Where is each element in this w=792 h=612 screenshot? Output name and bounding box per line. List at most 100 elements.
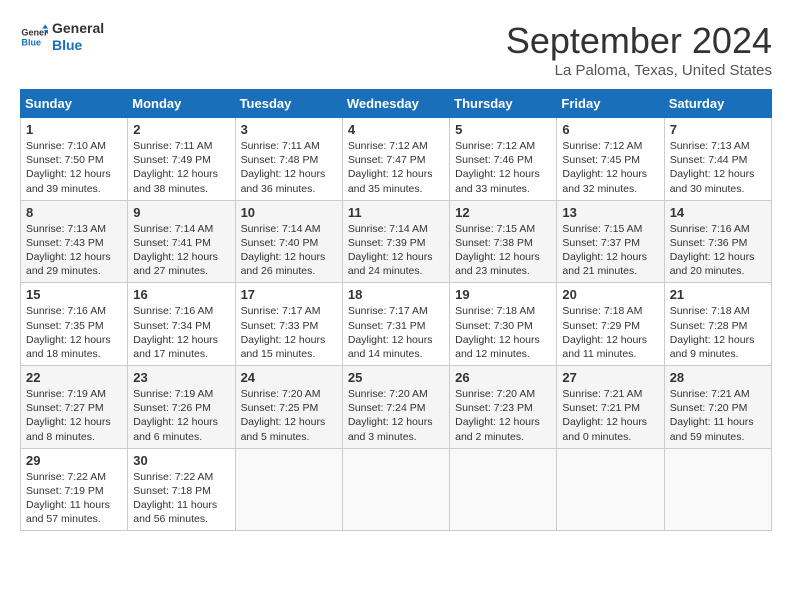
day-detail: Sunrise: 7:16 AM Sunset: 7:36 PM Dayligh… — [670, 222, 766, 279]
day-detail: Sunrise: 7:11 AM Sunset: 7:49 PM Dayligh… — [133, 139, 229, 196]
calendar-week-1: 1 Sunrise: 7:10 AM Sunset: 7:50 PM Daylig… — [21, 118, 772, 201]
day-detail: Sunrise: 7:20 AM Sunset: 7:24 PM Dayligh… — [348, 387, 444, 444]
day-number: 20 — [562, 287, 658, 302]
day-number: 1 — [26, 122, 122, 137]
table-row: 5 Sunrise: 7:12 AM Sunset: 7:46 PM Daylig… — [450, 118, 557, 201]
day-detail: Sunrise: 7:10 AM Sunset: 7:50 PM Dayligh… — [26, 139, 122, 196]
day-detail: Sunrise: 7:17 AM Sunset: 7:31 PM Dayligh… — [348, 304, 444, 361]
day-detail: Sunrise: 7:19 AM Sunset: 7:27 PM Dayligh… — [26, 387, 122, 444]
logo-icon: General Blue — [20, 23, 48, 51]
day-detail: Sunrise: 7:12 AM Sunset: 7:47 PM Dayligh… — [348, 139, 444, 196]
svg-text:General: General — [21, 27, 48, 37]
table-row: 12Sunrise: 7:15 AM Sunset: 7:38 PM Dayli… — [450, 200, 557, 283]
table-row: 30 Sunrise: 7:22 AM Sunset: 7:18 PM Dayli… — [128, 448, 235, 531]
day-number: 19 — [455, 287, 551, 302]
calendar-week-5: 29Sunrise: 7:22 AM Sunset: 7:19 PM Dayli… — [21, 448, 772, 531]
table-row: 9 Sunrise: 7:14 AM Sunset: 7:41 PM Daylig… — [128, 200, 235, 283]
table-row: 24Sunrise: 7:20 AM Sunset: 7:25 PM Dayli… — [235, 366, 342, 449]
col-saturday: Saturday — [664, 90, 771, 118]
day-detail: Sunrise: 7:11 AM Sunset: 7:48 PM Dayligh… — [241, 139, 337, 196]
table-row: 6 Sunrise: 7:12 AM Sunset: 7:45 PM Daylig… — [557, 118, 664, 201]
title-area: September 2024 La Paloma, Texas, United … — [506, 20, 772, 79]
day-detail: Sunrise: 7:12 AM Sunset: 7:46 PM Dayligh… — [455, 139, 551, 196]
table-row: 15Sunrise: 7:16 AM Sunset: 7:35 PM Dayli… — [21, 283, 128, 366]
table-row: 1 Sunrise: 7:10 AM Sunset: 7:50 PM Daylig… — [21, 118, 128, 201]
day-number: 18 — [348, 287, 444, 302]
table-row: 8 Sunrise: 7:13 AM Sunset: 7:43 PM Daylig… — [21, 200, 128, 283]
table-row: 10 Sunrise: 7:14 AM Sunset: 7:40 PM Dayli… — [235, 200, 342, 283]
day-detail: Sunrise: 7:18 AM Sunset: 7:28 PM Dayligh… — [670, 304, 766, 361]
day-number: 28 — [670, 370, 766, 385]
col-wednesday: Wednesday — [342, 90, 449, 118]
day-number: 22 — [26, 370, 122, 385]
day-number: 27 — [562, 370, 658, 385]
day-number: 26 — [455, 370, 551, 385]
svg-text:Blue: Blue — [21, 37, 41, 47]
table-row: 7Sunrise: 7:13 AM Sunset: 7:44 PM Daylig… — [664, 118, 771, 201]
table-row — [664, 448, 771, 531]
table-row: 11Sunrise: 7:14 AM Sunset: 7:39 PM Dayli… — [342, 200, 449, 283]
day-detail: Sunrise: 7:16 AM Sunset: 7:34 PM Dayligh… — [133, 304, 229, 361]
table-row: 19Sunrise: 7:18 AM Sunset: 7:30 PM Dayli… — [450, 283, 557, 366]
day-number: 4 — [348, 122, 444, 137]
table-row — [342, 448, 449, 531]
calendar-title: September 2024 — [506, 20, 772, 62]
page-header: General Blue General Blue September 2024… — [20, 20, 772, 79]
table-row: 21 Sunrise: 7:18 AM Sunset: 7:28 PM Dayli… — [664, 283, 771, 366]
day-number: 10 — [241, 205, 337, 220]
table-row: 28 Sunrise: 7:21 AM Sunset: 7:20 PM Dayli… — [664, 366, 771, 449]
table-row: 27 Sunrise: 7:21 AM Sunset: 7:21 PM Dayli… — [557, 366, 664, 449]
day-number: 14 — [670, 205, 766, 220]
day-detail: Sunrise: 7:13 AM Sunset: 7:44 PM Dayligh… — [670, 139, 766, 196]
table-row — [235, 448, 342, 531]
day-detail: Sunrise: 7:21 AM Sunset: 7:20 PM Dayligh… — [670, 387, 766, 444]
calendar-subtitle: La Paloma, Texas, United States — [506, 62, 772, 79]
table-row: 3Sunrise: 7:11 AM Sunset: 7:48 PM Daylig… — [235, 118, 342, 201]
day-detail: Sunrise: 7:12 AM Sunset: 7:45 PM Dayligh… — [562, 139, 658, 196]
day-detail: Sunrise: 7:13 AM Sunset: 7:43 PM Dayligh… — [26, 222, 122, 279]
table-row: 14 Sunrise: 7:16 AM Sunset: 7:36 PM Dayli… — [664, 200, 771, 283]
day-number: 2 — [133, 122, 229, 137]
day-number: 30 — [133, 453, 229, 468]
day-number: 5 — [455, 122, 551, 137]
day-detail: Sunrise: 7:14 AM Sunset: 7:40 PM Dayligh… — [241, 222, 337, 279]
calendar-week-4: 22 Sunrise: 7:19 AM Sunset: 7:27 PM Dayli… — [21, 366, 772, 449]
table-row: 2 Sunrise: 7:11 AM Sunset: 7:49 PM Daylig… — [128, 118, 235, 201]
day-detail: Sunrise: 7:15 AM Sunset: 7:38 PM Dayligh… — [455, 222, 551, 279]
table-row — [557, 448, 664, 531]
table-row: 13 Sunrise: 7:15 AM Sunset: 7:37 PM Dayli… — [557, 200, 664, 283]
day-number: 9 — [133, 205, 229, 220]
day-detail: Sunrise: 7:14 AM Sunset: 7:41 PM Dayligh… — [133, 222, 229, 279]
day-detail: Sunrise: 7:22 AM Sunset: 7:18 PM Dayligh… — [133, 470, 229, 527]
day-number: 25 — [348, 370, 444, 385]
col-monday: Monday — [128, 90, 235, 118]
day-number: 17 — [241, 287, 337, 302]
day-detail: Sunrise: 7:20 AM Sunset: 7:25 PM Dayligh… — [241, 387, 337, 444]
day-number: 16 — [133, 287, 229, 302]
table-row: 25 Sunrise: 7:20 AM Sunset: 7:24 PM Dayli… — [342, 366, 449, 449]
header-row: Sunday Monday Tuesday Wednesday Thursday… — [21, 90, 772, 118]
table-row: 16 Sunrise: 7:16 AM Sunset: 7:34 PM Dayli… — [128, 283, 235, 366]
day-detail: Sunrise: 7:15 AM Sunset: 7:37 PM Dayligh… — [562, 222, 658, 279]
day-number: 13 — [562, 205, 658, 220]
day-detail: Sunrise: 7:14 AM Sunset: 7:39 PM Dayligh… — [348, 222, 444, 279]
day-number: 6 — [562, 122, 658, 137]
day-detail: Sunrise: 7:20 AM Sunset: 7:23 PM Dayligh… — [455, 387, 551, 444]
day-number: 21 — [670, 287, 766, 302]
day-detail: Sunrise: 7:16 AM Sunset: 7:35 PM Dayligh… — [26, 304, 122, 361]
calendar-week-2: 8 Sunrise: 7:13 AM Sunset: 7:43 PM Daylig… — [21, 200, 772, 283]
table-row: 17 Sunrise: 7:17 AM Sunset: 7:33 PM Dayli… — [235, 283, 342, 366]
day-number: 29 — [26, 453, 122, 468]
day-number: 8 — [26, 205, 122, 220]
table-row: 22 Sunrise: 7:19 AM Sunset: 7:27 PM Dayli… — [21, 366, 128, 449]
day-detail: Sunrise: 7:17 AM Sunset: 7:33 PM Dayligh… — [241, 304, 337, 361]
table-row: 4 Sunrise: 7:12 AM Sunset: 7:47 PM Daylig… — [342, 118, 449, 201]
logo: General Blue General Blue — [20, 20, 104, 54]
table-row: 29Sunrise: 7:22 AM Sunset: 7:19 PM Dayli… — [21, 448, 128, 531]
col-tuesday: Tuesday — [235, 90, 342, 118]
table-row — [450, 448, 557, 531]
col-friday: Friday — [557, 90, 664, 118]
logo-line1: General — [52, 20, 104, 37]
day-detail: Sunrise: 7:21 AM Sunset: 7:21 PM Dayligh… — [562, 387, 658, 444]
table-row: 18 Sunrise: 7:17 AM Sunset: 7:31 PM Dayli… — [342, 283, 449, 366]
